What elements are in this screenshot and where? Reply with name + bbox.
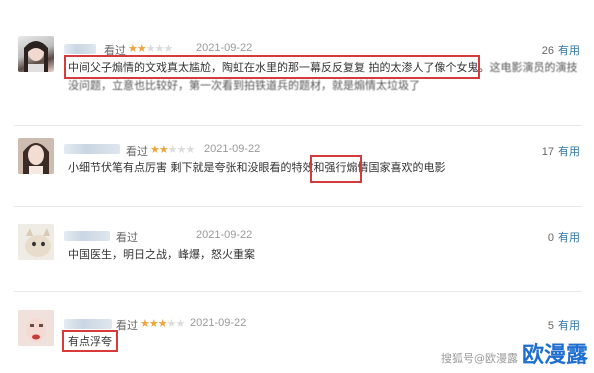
vote-count: 0 — [547, 232, 554, 244]
star-filled-icon: ★ — [136, 42, 147, 55]
star-filled-icon: ★ — [150, 143, 160, 156]
star-empty-icon: ★ — [166, 317, 177, 330]
useful-button[interactable]: 有用 — [558, 320, 580, 332]
avatar[interactable] — [18, 138, 54, 174]
star-filled-icon: ★ — [158, 143, 169, 156]
vote-count: 26 — [541, 45, 554, 57]
review-date: 2021-09-22 — [196, 229, 253, 241]
review-text-after: 国家喜欢的电影 — [368, 161, 446, 174]
star-filled-icon: ★ — [157, 317, 168, 330]
watched-status: 看过 — [116, 320, 138, 332]
review-text-tail: 这电影演员的演技 — [489, 61, 578, 74]
rating-stars: ★★★★★ — [150, 143, 196, 156]
username-blurred[interactable] — [64, 44, 96, 54]
highlight-box — [62, 330, 118, 352]
review-text-line2: 没问题，立意也比较好，第一次看到拍铁道兵的题材，就是煽情太垃圾了 — [68, 79, 420, 92]
star-empty-icon: ★ — [163, 42, 174, 55]
avatar[interactable] — [18, 224, 54, 260]
review-text-before: 小细节伏笔有点厉害 剩下就是夸张和没眼看的特效和 — [68, 161, 325, 174]
highlight-box — [310, 155, 362, 183]
star-empty-icon: ★ — [185, 143, 196, 156]
useful-vote[interactable]: 17 有用 — [542, 143, 580, 159]
review-item: 看过 2021-09-22 0 有用 中国医生，明日之战，峰爆，怒火重案 — [0, 207, 594, 291]
star-filled-icon: ★ — [128, 42, 138, 55]
useful-vote[interactable]: 0 有用 — [548, 229, 580, 245]
review-date: 2021-09-22 — [196, 42, 253, 54]
review-date: 2021-09-22 — [204, 143, 261, 155]
avatar-image — [18, 224, 54, 260]
username-blurred[interactable] — [64, 231, 110, 241]
watermark-source: 搜狐号@欧漫露 — [440, 352, 518, 365]
useful-vote[interactable]: 26 有用 — [542, 42, 580, 58]
useful-button[interactable]: 有用 — [558, 45, 580, 57]
avatar[interactable] — [18, 36, 54, 72]
rating-stars: ★★★★★ — [140, 317, 186, 330]
review-text-content: 中国医生，明日之战，峰爆，怒火重案 — [68, 248, 255, 261]
review-date: 2021-09-22 — [190, 317, 247, 329]
watermark: 搜狐号@欧漫露 欧漫露 — [441, 337, 588, 369]
username-blurred[interactable] — [64, 144, 120, 154]
star-filled-icon: ★ — [140, 317, 150, 330]
avatar-image — [18, 310, 54, 346]
star-empty-icon: ★ — [167, 143, 178, 156]
star-empty-icon: ★ — [176, 143, 187, 156]
star-empty-icon: ★ — [175, 317, 186, 330]
watched-status: 看过 — [126, 146, 148, 158]
star-empty-icon: ★ — [145, 42, 156, 55]
review-text: 小细节伏笔有点厉害 剩下就是夸张和没眼看的特效和强行煽情国家喜欢的电影 — [68, 159, 446, 177]
vote-count: 17 — [541, 146, 554, 158]
review-text: 中国医生，明日之战，峰爆，怒火重案 — [68, 246, 255, 264]
watermark-brand: 欧漫露 — [521, 343, 588, 368]
review-item: 看过 ★★★★★ 2021-09-22 26 有用 中间父子煽情的文戏真太尴尬，陶… — [0, 0, 594, 130]
watched-status: 看过 — [116, 232, 138, 244]
review-item: 看过 ★★★★★ 2021-09-22 17 有用 小细节伏笔有点厉害 剩下就是夸… — [0, 126, 594, 206]
highlight-box — [64, 55, 480, 79]
star-filled-icon: ★ — [148, 317, 159, 330]
star-empty-icon: ★ — [154, 42, 165, 55]
username-blurred[interactable] — [64, 319, 112, 329]
useful-button[interactable]: 有用 — [558, 232, 580, 244]
rating-stars: ★★★★★ — [128, 42, 174, 55]
vote-count: 5 — [547, 320, 554, 332]
avatar[interactable] — [18, 310, 54, 346]
avatar-image — [24, 41, 48, 72]
useful-vote[interactable]: 5 有用 — [548, 317, 580, 333]
useful-button[interactable]: 有用 — [558, 146, 580, 158]
avatar-image — [18, 138, 54, 174]
